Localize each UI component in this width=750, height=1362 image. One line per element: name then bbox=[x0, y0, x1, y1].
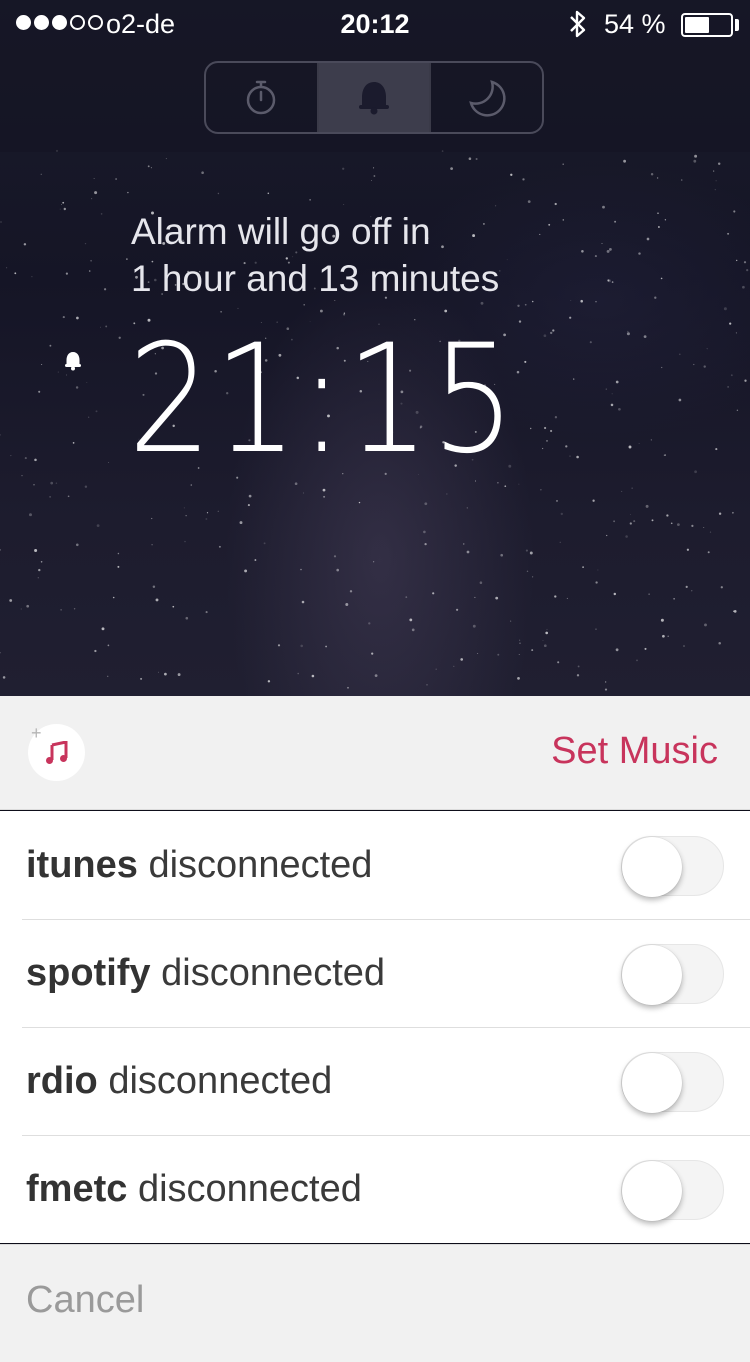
mode-segmented-control[interactable] bbox=[204, 61, 544, 134]
list-item-spotify[interactable]: spotify disconnected bbox=[0, 919, 750, 1027]
service-name: fmetc bbox=[26, 1167, 128, 1210]
list-item-rdio[interactable]: rdio disconnected bbox=[0, 1027, 750, 1135]
bell-icon bbox=[65, 352, 81, 371]
battery-level-fill bbox=[685, 17, 709, 33]
service-name: itunes bbox=[26, 843, 138, 886]
service-label: itunes disconnected bbox=[26, 844, 372, 887]
cancel-button[interactable]: Cancel bbox=[26, 1279, 144, 1322]
service-name: rdio bbox=[26, 1059, 98, 1102]
service-status: disconnected bbox=[148, 843, 373, 886]
itunes-toggle[interactable] bbox=[621, 836, 724, 897]
list-item-fmetc[interactable]: fmetc disconnected bbox=[0, 1135, 750, 1243]
moon-icon bbox=[468, 79, 506, 117]
list-item-itunes[interactable]: itunes disconnected bbox=[0, 811, 750, 919]
plus-icon: + bbox=[31, 723, 42, 743]
service-status: disconnected bbox=[108, 1059, 333, 1102]
alarm-countdown: Alarm will go off in 1 hour and 13 minut… bbox=[131, 208, 499, 302]
tab-alarm[interactable] bbox=[316, 63, 430, 132]
alarm-caption-line1: Alarm will go off in bbox=[131, 211, 431, 252]
toggle-knob bbox=[622, 1053, 682, 1113]
service-label: rdio disconnected bbox=[26, 1060, 332, 1103]
toggle-knob bbox=[622, 837, 682, 897]
service-status: disconnected bbox=[137, 1167, 362, 1210]
service-status: disconnected bbox=[161, 951, 386, 994]
service-label: spotify disconnected bbox=[26, 952, 385, 995]
spotify-toggle[interactable] bbox=[621, 944, 724, 1005]
stopwatch-icon bbox=[247, 80, 276, 114]
set-music-button[interactable]: Set Music bbox=[551, 730, 718, 773]
tab-stopwatch[interactable] bbox=[206, 63, 317, 132]
status-bar: o2-de 20:12 54 % bbox=[0, 0, 750, 50]
battery-tip bbox=[735, 19, 739, 31]
alarm-caption-line2: 1 hour and 13 minutes bbox=[131, 258, 500, 299]
battery-percentage: 54 % bbox=[604, 9, 666, 39]
bluetooth-icon bbox=[566, 8, 590, 47]
alarm-time[interactable]: 21:15 bbox=[128, 320, 517, 480]
music-sheet-header: Set Music bbox=[0, 696, 750, 810]
music-service-list: itunes disconnected spotify disconnected… bbox=[0, 811, 750, 1243]
service-name: spotify bbox=[26, 951, 151, 994]
battery-icon bbox=[681, 13, 733, 37]
rdio-toggle[interactable] bbox=[621, 1052, 724, 1113]
cancel-bar: Cancel bbox=[0, 1244, 750, 1362]
bell-icon bbox=[359, 81, 389, 114]
toggle-knob bbox=[622, 945, 682, 1005]
service-label: fmetc disconnected bbox=[26, 1168, 362, 1211]
fmetc-toggle[interactable] bbox=[621, 1160, 724, 1221]
tab-sleep[interactable] bbox=[429, 63, 542, 132]
toggle-knob bbox=[622, 1161, 682, 1221]
